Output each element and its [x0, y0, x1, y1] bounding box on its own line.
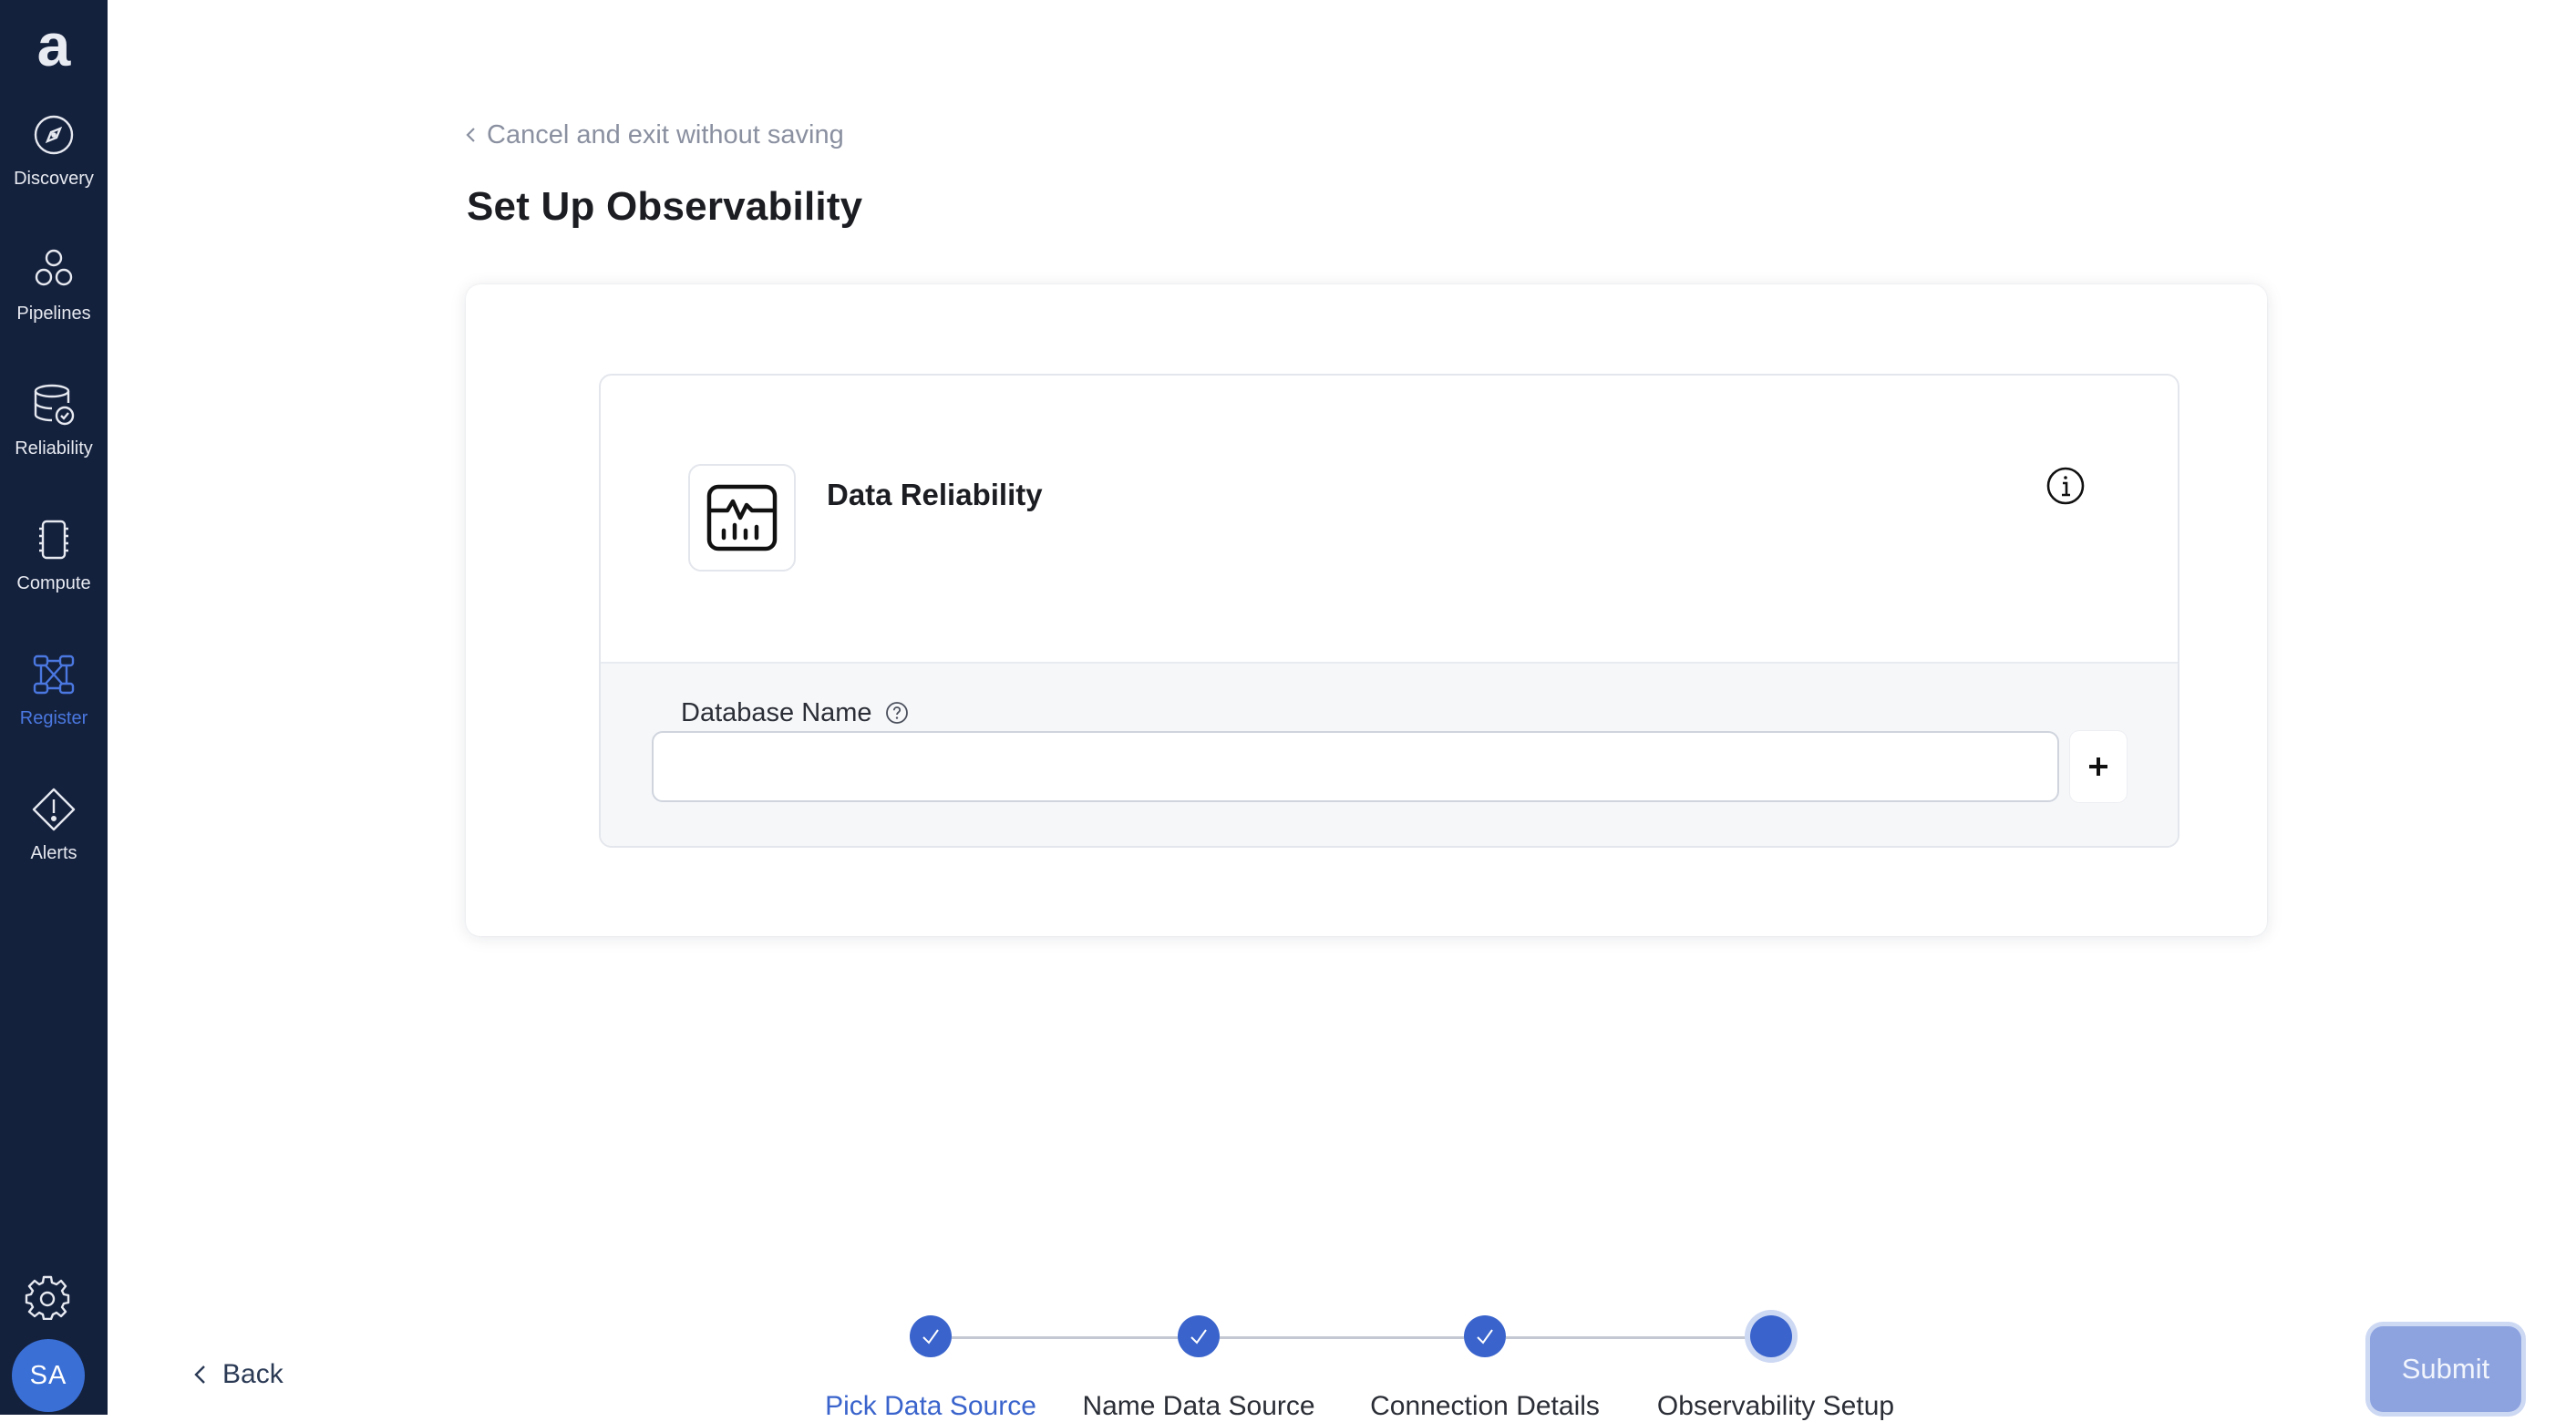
database-check-icon — [34, 384, 75, 426]
monitor-chart-icon — [706, 484, 778, 551]
database-name-label: Database Name — [681, 696, 909, 729]
step-1-dot[interactable] — [910, 1315, 952, 1357]
alert-diamond-icon — [32, 788, 76, 831]
logo-text: a — [36, 11, 71, 78]
back-label: Back — [222, 1359, 283, 1389]
step-2-dot[interactable] — [1178, 1315, 1220, 1357]
app-logo[interactable]: a — [20, 13, 88, 77]
step-connector — [1220, 1336, 1464, 1339]
submit-button[interactable]: Submit — [2370, 1326, 2521, 1412]
sidebar-item-discovery[interactable]: Discovery — [0, 111, 108, 221]
sidebar-item-label: Reliability — [15, 438, 93, 459]
checkmark-icon — [1190, 1329, 1207, 1345]
info-icon[interactable] — [2045, 466, 2086, 506]
chip-icon — [39, 520, 68, 560]
sidebar-item-label: Alerts — [30, 843, 77, 863]
database-name-label-text: Database Name — [681, 697, 872, 727]
pipelines-icon — [35, 249, 73, 286]
database-form: Database Name — [601, 662, 2178, 846]
step-2-label[interactable]: Name Data Source — [1082, 1391, 1314, 1422]
sidebar-item-label: Discovery — [14, 169, 94, 189]
sidebar-item-label: Pipelines — [16, 304, 91, 324]
cancel-exit-label: Cancel and exit without saving — [487, 119, 844, 149]
checkmark-icon — [1477, 1329, 1493, 1345]
sidebar-item-label: Register — [19, 708, 88, 728]
sidebar-item-label: Compute — [16, 573, 91, 593]
step-1-label[interactable]: Pick Data Source — [825, 1391, 1036, 1422]
step-4-dot[interactable] — [1750, 1315, 1792, 1357]
step-connector — [952, 1336, 1178, 1339]
step-3-label[interactable]: Connection Details — [1370, 1391, 1600, 1422]
compass-icon — [34, 115, 74, 155]
page-title: Set Up Observability — [467, 184, 863, 229]
sidebar-item-reliability[interactable]: Reliability — [0, 381, 108, 490]
setup-card: Data Reliability Database Name — [466, 284, 2267, 936]
product-title: Data Reliability — [827, 478, 1043, 511]
product-icon-box — [688, 464, 796, 572]
cancel-exit-link[interactable]: Cancel and exit without saving — [465, 117, 844, 153]
sidebar-item-alerts[interactable]: Alerts — [0, 786, 108, 895]
add-database-button[interactable] — [2070, 731, 2127, 802]
register-network-icon — [33, 654, 75, 695]
step-4-label[interactable]: Observability Setup — [1657, 1391, 1894, 1422]
product-card-header: Data Reliability — [601, 376, 2178, 662]
sidebar-item-compute[interactable]: Compute — [0, 516, 108, 625]
sidebar-item-pipelines[interactable]: Pipelines — [0, 246, 108, 356]
sidebar: a Discovery Pipelines Reliability Comput… — [0, 0, 108, 1415]
step-3-dot[interactable] — [1464, 1315, 1506, 1357]
gear-icon[interactable] — [25, 1274, 70, 1320]
sidebar-item-register[interactable]: Register — [0, 651, 108, 760]
product-card: Data Reliability Database Name — [599, 374, 2179, 848]
avatar-initials: SA — [29, 1360, 67, 1390]
step-connector — [1506, 1336, 1750, 1339]
avatar[interactable]: SA — [12, 1339, 85, 1412]
chevron-left-icon — [194, 1365, 205, 1384]
chevron-left-icon — [466, 128, 475, 142]
help-circle-icon[interactable] — [885, 701, 909, 725]
database-name-input[interactable] — [652, 731, 2059, 802]
plus-icon — [2089, 757, 2107, 776]
back-button[interactable]: Back — [193, 1356, 283, 1393]
checkmark-icon — [922, 1329, 939, 1345]
